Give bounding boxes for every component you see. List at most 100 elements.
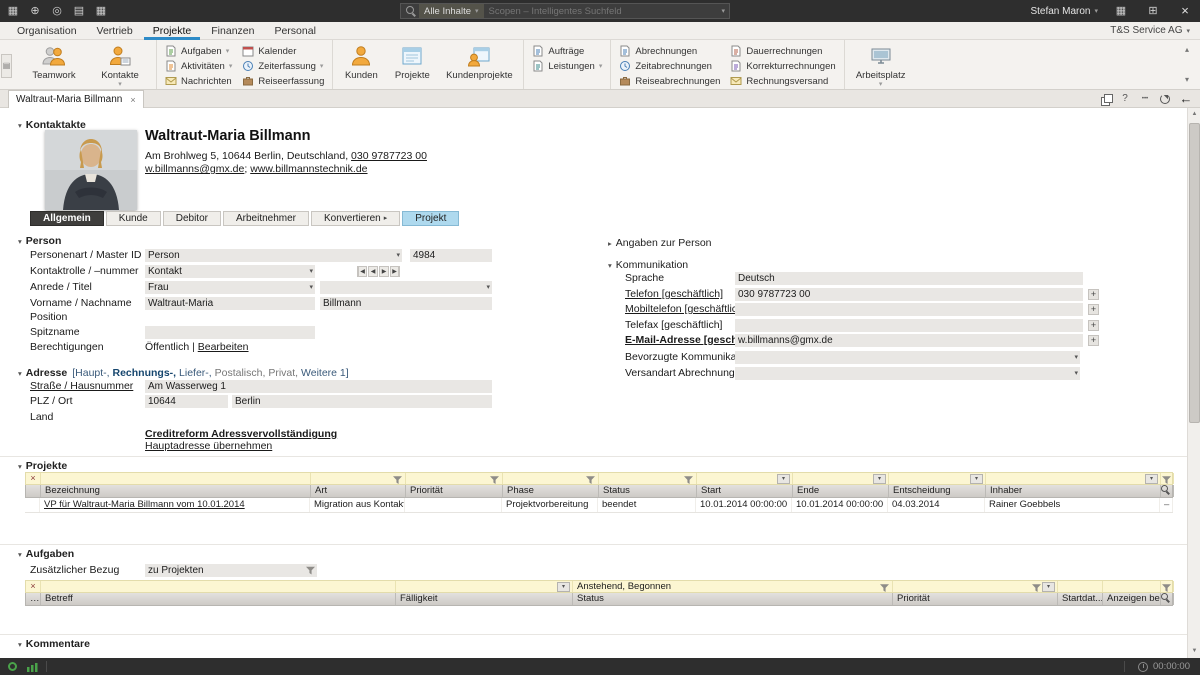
scope-target-icon[interactable]: ◎ [48, 3, 66, 19]
tab-allgemein[interactable]: Allgemein [30, 211, 104, 226]
label-mobiltelefon-link[interactable]: Mobiltelefon [geschäftlich] [625, 303, 746, 316]
global-search[interactable]: Alle Inhalte ▾ ▾ [400, 3, 730, 19]
column-header[interactable]: Entscheidung [889, 485, 986, 497]
filter-startdatum[interactable] [1058, 581, 1103, 592]
section-angaben[interactable]: ▸Angaben zur Person [608, 237, 712, 249]
variant-weitere[interactable]: Weitere 1 [301, 367, 346, 379]
contact-phone-link[interactable]: 030 9787723 00 [351, 150, 427, 162]
column-header[interactable]: Bezeichnung [41, 485, 311, 497]
contact-website-link[interactable]: www.billmannstechnik.de [250, 163, 367, 175]
filter-status[interactable]: Anstehend, Begonnen [573, 581, 893, 592]
user-menu[interactable]: Stefan Maron ▾ [1030, 6, 1098, 17]
column-header[interactable]: Inhaber [986, 485, 1161, 497]
filter-icon[interactable] [393, 476, 402, 485]
menu-vertrieb[interactable]: Vertrieb [88, 22, 142, 40]
ribbon-item-aktivitaeten[interactable]: Aktivitäten ▾ [165, 60, 232, 72]
column-header[interactable]: Betreff [41, 593, 396, 605]
filter-prioritaet[interactable]: ▾ [893, 581, 1058, 592]
nav-first-button[interactable]: ◀ [357, 266, 367, 277]
statistics-icon[interactable] [27, 662, 38, 672]
filter-bezeichnung[interactable] [41, 473, 311, 484]
dropdown-button[interactable]: ▾ [970, 474, 983, 484]
nav-prev-button[interactable]: ◀ [368, 266, 378, 277]
telefax-field[interactable] [735, 319, 1083, 332]
ribbon-item-reiseabrechnungen[interactable]: Reiseabrechnungen [619, 75, 720, 87]
nav-next-button[interactable]: ▶ [379, 266, 389, 277]
dropdown-button[interactable]: ▾ [873, 474, 886, 484]
filter-all[interactable] [1161, 581, 1174, 592]
company-selector[interactable]: T&S Service AG ▾ [1110, 22, 1190, 40]
filter-anzeigen[interactable] [1103, 581, 1161, 592]
search-scope-dropdown[interactable]: Alle Inhalte ▾ [419, 4, 484, 18]
ort-field[interactable]: Berlin [232, 395, 492, 408]
row-options-icon[interactable]: … [26, 593, 41, 605]
master-id-field[interactable]: 4984 [410, 249, 492, 262]
section-kommentare[interactable]: ▾Kommentare [18, 638, 90, 650]
back-icon[interactable]: ← [1178, 92, 1194, 106]
section-aufgaben[interactable]: ▾Aufgaben [18, 548, 74, 560]
variant-haupt[interactable]: Haupt-, [75, 367, 109, 379]
ribbon-button-teamwork[interactable]: Teamwork [26, 42, 82, 81]
tab-debitor[interactable]: Debitor [163, 211, 221, 226]
more-icon[interactable]: ••• [1138, 92, 1152, 106]
add-phone-button[interactable]: + [1088, 289, 1099, 300]
clear-filter-icon[interactable]: × [26, 473, 41, 484]
column-header[interactable]: Start [697, 485, 793, 497]
ribbon-item-dauerrechnungen[interactable]: Dauerrechnungen [730, 45, 835, 57]
menu-personal[interactable]: Personal [265, 22, 324, 40]
ribbon-expand-down-icon[interactable]: ▾ [1180, 74, 1194, 86]
anrede-dropdown[interactable]: Frau▾ [145, 281, 315, 294]
filter-icon[interactable] [880, 584, 889, 593]
add-icon[interactable]: ⊕ [26, 3, 44, 19]
ribbon-item-aufgaben[interactable]: Aufgaben ▾ [165, 45, 232, 57]
add-mobile-button[interactable]: + [1088, 304, 1099, 315]
column-header[interactable]: Phase [503, 485, 599, 497]
tab-arbeitnehmer[interactable]: Arbeitnehmer [223, 211, 309, 226]
ribbon-button-arbeitsplatz[interactable]: Arbeitsplatz ▾ [853, 42, 909, 88]
app-launcher-icon[interactable]: ▦ [4, 3, 22, 19]
filter-icon[interactable] [1162, 476, 1171, 485]
nav-last-button[interactable]: ▶ [390, 266, 400, 277]
plz-field[interactable]: 10644 [145, 395, 228, 408]
column-header[interactable]: Status [599, 485, 697, 497]
search-input[interactable] [484, 6, 722, 17]
ribbon-item-auftraege[interactable]: Aufträge [532, 45, 602, 57]
sprache-field[interactable]: Deutsch [735, 272, 1083, 285]
spitzname-field[interactable] [145, 326, 315, 339]
dropdown-button[interactable]: ▾ [1145, 474, 1158, 484]
filter-all[interactable] [1161, 473, 1174, 484]
bevorzugte-kommunikationsart-dropdown[interactable]: ▾ [735, 351, 1080, 364]
menu-finanzen[interactable]: Finanzen [202, 22, 263, 40]
grid-icon[interactable]: ▦ [92, 3, 110, 19]
ribbon-button-kundenprojekte[interactable]: Kundenprojekte [443, 42, 515, 81]
column-header[interactable]: Art [311, 485, 406, 497]
ribbon-item-zeitabrechnungen[interactable]: Zeitabrechnungen [619, 60, 720, 72]
apps-icon[interactable]: ▦ [1112, 3, 1130, 19]
label-telefon-link[interactable]: Telefon [geschäftlich] [625, 288, 723, 301]
modules-icon[interactable]: ▤ [70, 3, 88, 19]
section-kommunikation[interactable]: ▾Kommunikation [608, 259, 688, 271]
filter-entscheidung[interactable]: ▾ [889, 473, 986, 484]
remove-row-icon[interactable]: – [1160, 498, 1173, 512]
filter-art[interactable] [311, 473, 406, 484]
filter-start[interactable]: ▾ [697, 473, 793, 484]
ribbon-button-kunden[interactable]: Kunden [341, 42, 381, 81]
column-header[interactable]: Priorität [406, 485, 503, 497]
dropdown-button[interactable]: ▾ [1042, 582, 1055, 592]
variant-privat[interactable]: Privat, [268, 367, 298, 379]
menu-organisation[interactable]: Organisation [8, 22, 86, 40]
ribbon-item-korrekturrechnungen[interactable]: Korrekturrechnungen [730, 60, 835, 72]
filter-prioritaet[interactable] [406, 473, 503, 484]
tab-konvertieren[interactable]: Konvertieren▸ [311, 211, 400, 226]
kontaktrolle-dropdown[interactable]: Kontakt▾ [145, 265, 315, 278]
filter-icon[interactable] [1032, 584, 1041, 593]
menu-projekte[interactable]: Projekte [144, 22, 201, 40]
project-link[interactable]: VP für Waltraut-Maria Billmann vom 10.01… [44, 499, 245, 510]
column-header[interactable]: Status [573, 593, 893, 605]
column-header[interactable]: Startdat... [1058, 593, 1103, 605]
tab-projekt[interactable]: Projekt [402, 211, 459, 226]
add-fax-button[interactable]: + [1088, 320, 1099, 331]
filter-icon[interactable] [684, 476, 693, 485]
section-adresse[interactable]: ▾Adresse[Haupt-, Rechnungs-, Liefer-, Po… [18, 367, 349, 379]
dropdown-button[interactable]: ▾ [777, 474, 790, 484]
